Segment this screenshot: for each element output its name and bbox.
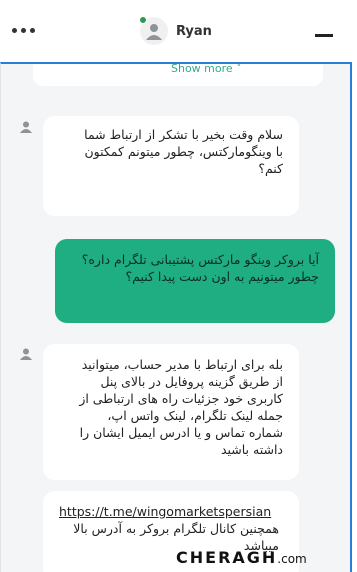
agent-avatar-icon — [20, 121, 32, 133]
agent-avatar-icon — [20, 348, 32, 360]
previous-messages-card: Show more ˅ — [33, 64, 323, 86]
message-text: بله برای ارتباط با مدیر حساب، میتوانید ا… — [79, 357, 283, 457]
minimize-icon[interactable] — [315, 34, 333, 37]
watermark-brand: CHERAGH — [176, 548, 278, 567]
watermark-suffix: .com — [277, 552, 307, 566]
user-icon — [146, 24, 162, 40]
message-text: سلام وقت بخیر با تشکر از ارتباط شما با و… — [84, 127, 283, 176]
chat-messages[interactable]: Show more ˅ سلام وقت بخیر با تشکر از ارت… — [0, 62, 352, 572]
agent-name: Ryan — [176, 24, 212, 39]
agent-message: بله برای ارتباط با مدیر حساب، میتوانید ا… — [43, 344, 299, 480]
show-more-link[interactable]: Show more ˅ — [171, 64, 242, 75]
telegram-link[interactable]: https://t.me/wingomarketspersian — [59, 503, 279, 520]
agent-message: سلام وقت بخیر با تشکر از ارتباط شما با و… — [43, 116, 299, 216]
user-message: آیا بروکر وینگو مارکتس پشتیبانی تلگرام د… — [55, 239, 335, 323]
avatar — [139, 16, 168, 45]
online-status-dot — [139, 16, 147, 24]
message-text: آیا بروکر وینگو مارکتس پشتیبانی تلگرام د… — [81, 252, 319, 284]
watermark-logo: CHERAGH.com — [176, 548, 307, 567]
more-options-icon[interactable] — [12, 23, 36, 37]
chat-header: Ryan — [0, 0, 357, 62]
